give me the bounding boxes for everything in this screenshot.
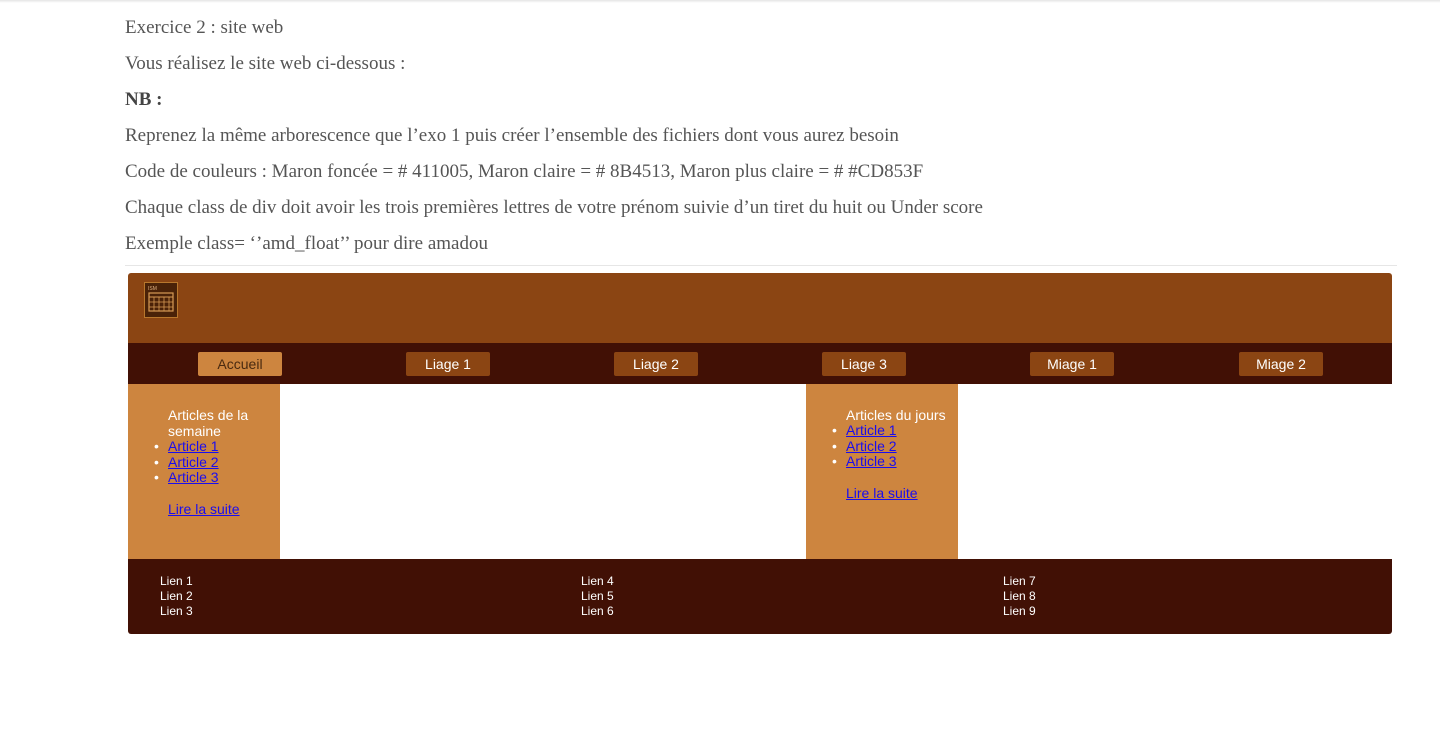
footer-col-1: Lien 1 Lien 2 Lien 3 [160, 574, 193, 619]
footer-col-3: Lien 7 Lien 8 Lien 9 [1003, 574, 1036, 619]
article-list-week: • Article 1 • Article 2 • Article 3 [154, 438, 219, 486]
intro-text: Vous réalisez le site web ci-dessous : [125, 53, 406, 74]
read-more-link[interactable]: Lire la suite [846, 485, 918, 501]
calendar-logo-icon[interactable]: ISM [144, 282, 178, 318]
article-list-day: • Article 1 • Article 2 • Article 3 [832, 422, 897, 470]
footer-link-6[interactable]: Lien 6 [581, 604, 614, 619]
footer-link-5[interactable]: Lien 5 [581, 589, 614, 604]
site-footer: Lien 1 Lien 2 Lien 3 Lien 4 Lien 5 Lien … [128, 559, 1392, 634]
footer-link-4[interactable]: Lien 4 [581, 574, 614, 589]
instruction-structure: Reprenez la même arborescence que l’exo … [125, 125, 899, 146]
article-link-2[interactable]: Article 2 [168, 454, 219, 470]
site-content: Articles de la semaine • Article 1 • Artic… [128, 384, 1392, 559]
list-item: • Article 1 [154, 438, 219, 454]
instruction-class: Chaque class de div doit avoir les trois… [125, 197, 983, 218]
nav-miage-1[interactable]: Miage 1 [1030, 352, 1114, 376]
article-link-3[interactable]: Article 3 [846, 453, 897, 469]
nav-miage-2[interactable]: Miage 2 [1239, 352, 1323, 376]
right-aside: Articles du jours • Article 1 • Article 2 … [806, 384, 958, 559]
instruction-example: Exemple class= ‘’amd_float’’ pour dire a… [125, 233, 488, 254]
top-shadow [0, 0, 1440, 3]
left-aside: Articles de la semaine • Article 1 • Artic… [128, 384, 280, 559]
article-link-1[interactable]: Article 1 [168, 438, 219, 454]
logo-text: ISM [148, 286, 157, 292]
website-mockup: ISM Accueil Liage 1 Liage 2 Liage 3 Miag… [128, 273, 1392, 634]
nb-label: NB : [125, 89, 163, 110]
divider [125, 265, 1397, 266]
site-nav: Accueil Liage 1 Liage 2 Liage 3 Miage 1 … [128, 343, 1392, 384]
list-item: • Article 2 [832, 437, 897, 454]
exercise-title: Exercice 2 : site web [125, 17, 284, 38]
nav-liage-3[interactable]: Liage 3 [822, 352, 906, 376]
list-item: • Article 3 [832, 453, 897, 470]
nav-liage-2[interactable]: Liage 2 [614, 352, 698, 376]
nav-accueil[interactable]: Accueil [198, 352, 282, 376]
footer-col-2: Lien 4 Lien 5 Lien 6 [581, 574, 614, 619]
footer-link-3[interactable]: Lien 3 [160, 604, 193, 619]
article-link-1[interactable]: Article 1 [846, 422, 897, 438]
article-link-3[interactable]: Article 3 [168, 469, 219, 485]
read-more-link[interactable]: Lire la suite [168, 501, 240, 517]
list-item: • Article 2 [154, 453, 219, 470]
footer-link-8[interactable]: Lien 8 [1003, 589, 1036, 604]
footer-link-2[interactable]: Lien 2 [160, 589, 193, 604]
article-link-2[interactable]: Article 2 [846, 438, 897, 454]
footer-link-7[interactable]: Lien 7 [1003, 574, 1036, 589]
site-header: ISM [128, 273, 1392, 343]
instructions: Exercice 2 : site web Vous réalisez le s… [125, 15, 1405, 267]
nav-liage-1[interactable]: Liage 1 [406, 352, 490, 376]
footer-link-9[interactable]: Lien 9 [1003, 604, 1036, 619]
list-item: • Article 3 [154, 469, 219, 486]
list-item: • Article 1 [832, 422, 897, 438]
instruction-colors: Code de couleurs : Maron foncée = # 4110… [125, 161, 924, 182]
aside-title-week: Articles de la semaine [168, 407, 249, 439]
footer-link-1[interactable]: Lien 1 [160, 574, 193, 589]
